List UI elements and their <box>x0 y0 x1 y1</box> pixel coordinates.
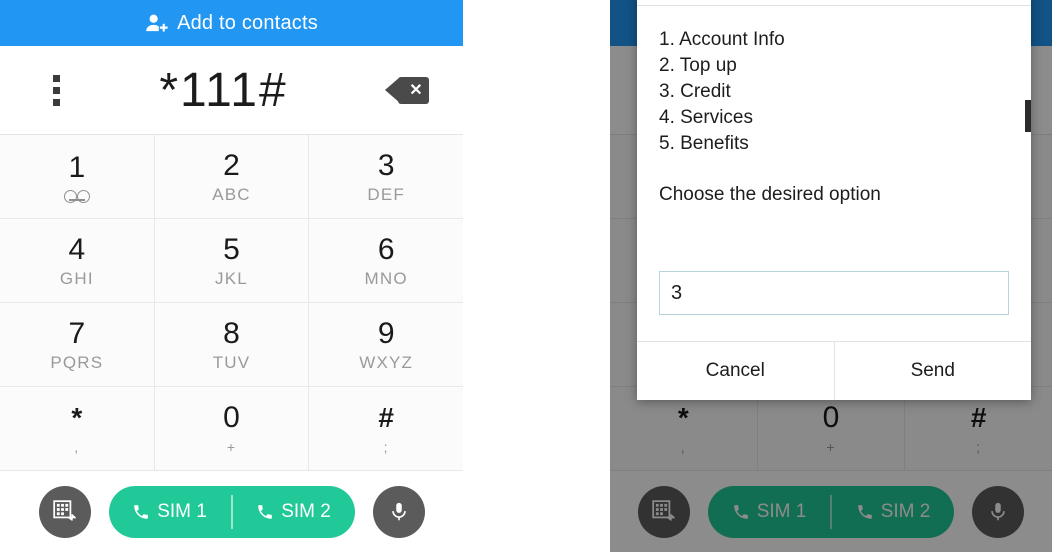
dialer-screen-right: Add to contacts *111# ✕ 1 2 ABC <box>610 0 1052 552</box>
add-to-contacts-banner[interactable]: Add to contacts <box>0 0 463 46</box>
key-letters: TUV <box>212 352 251 372</box>
call-sim2-button[interactable]: SIM 2 <box>233 501 355 523</box>
dialed-number[interactable]: *111# <box>62 63 385 118</box>
keypad-hide-icon <box>652 500 675 521</box>
key-digit: 9 <box>377 316 395 350</box>
key-8[interactable]: 8 TUV <box>154 303 310 387</box>
key-digit: 7 <box>68 316 86 350</box>
dialer-action-bar: SIM 1 SIM 2 <box>0 471 463 552</box>
phone-icon <box>134 505 149 519</box>
dialog-scrollbar[interactable] <box>1025 100 1031 132</box>
key-digit: # <box>378 401 394 433</box>
menu-option: 1. Account Info <box>659 29 785 50</box>
dialer-screen-left: Add to contacts *111# ✕ 1 2 ABC 3 DEF 4 … <box>0 0 463 552</box>
sim2-label: SIM 2 <box>880 501 931 522</box>
dialed-number-row: *111# ✕ <box>0 46 463 135</box>
key-digit: 0 <box>822 400 840 434</box>
dialog-message-body: 1. Account Info 2. Top up 3. Credit 4. S… <box>637 15 1031 249</box>
key-letters: MNO <box>364 268 408 288</box>
key-letters: DEF <box>367 184 405 204</box>
keypad-row: * , 0 + # ; <box>0 387 463 471</box>
key-digit: 4 <box>68 232 86 266</box>
key-7[interactable]: 7 PQRS <box>0 303 155 387</box>
key-digit: 3 <box>377 148 395 182</box>
call-sim2-button[interactable]: SIM 2 <box>832 501 954 523</box>
key-digit: * <box>677 401 689 433</box>
key-letters: PQRS <box>50 352 104 372</box>
dialog-action-row: Cancel Send <box>637 341 1031 400</box>
keypad-hide-button[interactable] <box>38 486 91 538</box>
microphone-icon <box>391 502 406 521</box>
screenshot-stage: Add to contacts *111# ✕ 1 2 ABC 3 DEF 4 … <box>0 0 1052 552</box>
key-digit: 6 <box>377 232 395 266</box>
call-sim1-button[interactable]: SIM 1 <box>708 501 830 523</box>
add-to-contacts-label: Add to contacts <box>177 11 318 34</box>
keypad-row: 7 PQRS 8 TUV 9 WXYZ <box>0 303 463 387</box>
key-digit: 5 <box>223 232 240 266</box>
keypad-hide-icon <box>52 500 76 521</box>
key-letters: + <box>226 438 237 455</box>
voice-input-button[interactable] <box>972 486 1024 538</box>
voicemail-icon <box>63 190 90 203</box>
ussd-response-input[interactable] <box>659 271 1009 315</box>
voice-input-button[interactable] <box>372 486 425 538</box>
key-3[interactable]: 3 DEF <box>309 135 463 219</box>
ussd-dialog: 1. Account Info 2. Top up 3. Credit 4. S… <box>637 0 1031 400</box>
phone-icon <box>857 505 872 519</box>
dialog-top-divider <box>637 0 1031 6</box>
key-digit: # <box>970 401 987 433</box>
key-1[interactable]: 1 <box>0 135 155 219</box>
key-letters: , <box>680 438 686 455</box>
microphone-icon <box>991 502 1005 521</box>
key-letters: ; <box>976 438 982 455</box>
key-4[interactable]: 4 GHI <box>0 219 155 303</box>
menu-option: 4. Services <box>659 107 753 128</box>
keypad-row: 1 2 ABC 3 DEF <box>0 135 463 219</box>
key-letters: , <box>74 438 80 455</box>
keypad: 1 2 ABC 3 DEF 4 GHI 5 J <box>0 135 463 471</box>
call-button-group: SIM 1 SIM 2 <box>708 486 954 538</box>
keypad-hide-button[interactable] <box>638 486 690 538</box>
menu-option: 3. Credit <box>659 81 731 102</box>
sim1-label: SIM 1 <box>157 501 207 522</box>
call-sim1-button[interactable]: SIM 1 <box>109 501 231 523</box>
menu-option: 2. Top up <box>659 55 737 76</box>
send-button[interactable]: Send <box>834 342 1031 400</box>
cancel-button[interactable]: Cancel <box>637 342 835 400</box>
dialog-input-wrap <box>637 271 1031 315</box>
key-star[interactable]: * , <box>0 387 155 471</box>
phone-icon <box>258 505 273 519</box>
keypad-row: 4 GHI 5 JKL 6 MNO <box>0 219 463 303</box>
person-add-icon <box>146 14 168 32</box>
key-letters: GHI <box>59 268 94 288</box>
key-digit: 1 <box>68 151 86 184</box>
key-letters: JKL <box>215 268 248 288</box>
key-letters: ABC <box>212 184 251 204</box>
backspace-button[interactable]: ✕ <box>385 76 463 104</box>
key-digit: 0 <box>223 400 240 434</box>
sim1-label: SIM 1 <box>756 501 807 522</box>
backspace-icon: ✕ <box>385 76 429 104</box>
key-hash[interactable]: # ; <box>309 387 463 471</box>
key-0[interactable]: 0 + <box>154 387 310 471</box>
key-letters: + <box>826 438 836 455</box>
key-digit: 2 <box>223 148 240 182</box>
dialer-action-bar: SIM 1 SIM 2 <box>610 471 1052 552</box>
key-letters: ; <box>383 438 389 455</box>
key-digit: * <box>71 401 83 433</box>
key-6[interactable]: 6 MNO <box>309 219 463 303</box>
call-button-group: SIM 1 SIM 2 <box>108 486 355 538</box>
key-5[interactable]: 5 JKL <box>154 219 310 303</box>
key-9[interactable]: 9 WXYZ <box>309 303 463 387</box>
key-letters: WXYZ <box>359 352 414 372</box>
dialog-prompt: Choose the desired option <box>659 184 881 205</box>
key-digit: 8 <box>223 316 240 350</box>
menu-option: 5. Benefits <box>659 133 749 154</box>
sim2-label: SIM 2 <box>281 501 331 522</box>
phone-icon <box>733 505 748 519</box>
key-2[interactable]: 2 ABC <box>154 135 310 219</box>
